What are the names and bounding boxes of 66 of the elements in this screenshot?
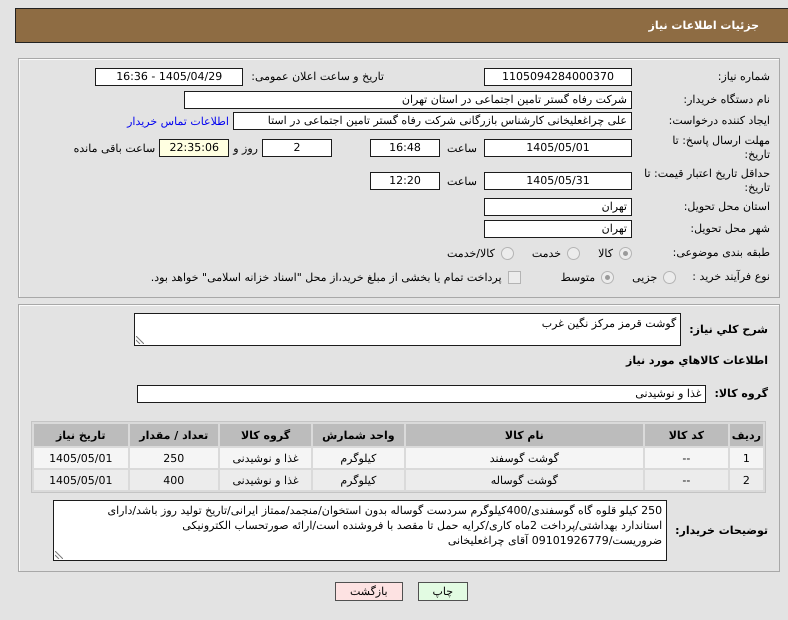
field-label: ایجاد کننده درخواست: [668, 114, 770, 128]
province-field[interactable]: تهران [484, 198, 632, 216]
requester-field[interactable]: علی چراغعلیخانی کارشناس بازرگانی شرکت رفاه گستر تامین اجتماعی در استا [233, 112, 632, 130]
table-cell: کیلوگرم [313, 448, 404, 468]
table-cell: 250 [130, 448, 218, 468]
radio-label: متوسط [560, 270, 596, 284]
need-number-field[interactable]: 1105094284000370 [484, 68, 632, 86]
contact-link[interactable]: اطلاعات تماس خریدار [127, 114, 229, 128]
field-label: توضیحات خریدار: [674, 524, 768, 538]
section-title: اطلاعات کالاهاي مورد نیاز [624, 354, 768, 368]
radio-label: کالا/خدمت [447, 246, 495, 260]
print-button[interactable]: چاپ [418, 582, 468, 601]
back-button[interactable]: بازگشت [334, 582, 403, 601]
description-field[interactable]: گوشت قرمز مرکز نگین غرب [134, 313, 682, 346]
table-cell: 400 [130, 470, 218, 490]
table-cell: 1 [730, 448, 763, 468]
radio-label: کالا [598, 246, 613, 260]
resize-grip-icon[interactable] [136, 336, 144, 344]
field-label: ساعت [446, 142, 478, 154]
field-label: ساعت [446, 174, 478, 188]
field-label: تاریخ و ساعت اعلان عمومی: [250, 70, 384, 84]
table-cell: 1405/05/01 [34, 448, 128, 468]
field-label: شرح کلي نیاز: [688, 322, 768, 336]
date-field[interactable]: 1405/05/31 [484, 172, 632, 190]
time-field[interactable]: 12:20 [370, 172, 440, 190]
city-field[interactable]: تهران [484, 220, 632, 238]
buyer-org-field[interactable]: شرکت رفاه گستر تامین اجتماعی در استان تهران [184, 91, 632, 109]
table-cell: -- [644, 470, 728, 490]
remaining-time-field[interactable]: 22:35:06 [159, 139, 230, 157]
column-header: واحد شمارش [313, 424, 404, 446]
announce-date-field[interactable]: 1405/04/29 - 16:36 [95, 68, 244, 86]
date-field[interactable]: 1405/05/01 [484, 139, 632, 157]
days-field[interactable]: 2 [262, 139, 332, 157]
table-cell: گوشت گوسفند [406, 448, 643, 468]
column-header: گروه کالا [220, 424, 312, 446]
column-header: تاریخ نیاز [34, 424, 128, 446]
table-cell: 1405/05/01 [34, 470, 128, 490]
field-label: شهر محل تحویل: [689, 222, 770, 236]
notes-field[interactable]: 250 کیلو قلوه گاه گوسفندی/400کیلوگرم سردست گوساله بدون استخوان/منجمد/ممتاز ایرانی/تاریخ تولید روز باشد/دارای استاندارد بهداشتی/پرداخت 2ماه کاری/کرایه حمل تا مقصد با فروشنده است/ارائه صورتحساب الکترونیکی ضروریست/09101926779 آقای چراغعلیخانی [53, 500, 668, 561]
table-cell: -- [644, 448, 728, 468]
table-cell: 2 [730, 470, 763, 490]
field-label: استان محل تحویل: [682, 200, 770, 214]
field-label: حداقل تاریخ اعتبار قیمت: تا تاریخ: [643, 167, 770, 195]
field-label: ساعت باقی مانده [72, 142, 156, 154]
radio-label: جزیی [632, 270, 658, 284]
table-cell: کیلوگرم [313, 470, 404, 490]
column-header: کد کالا [644, 424, 728, 446]
column-header: نام کالا [406, 424, 643, 446]
field-label: نوع فرآیند خرید : [691, 270, 770, 284]
field-label: طبقه بندی موضوعی: [672, 246, 770, 260]
table-cell: گوشت گوساله [406, 470, 643, 490]
field-label: مهلت ارسال پاسخ: تا تاریخ: [671, 134, 770, 162]
field-label: شماره نیاز: [716, 70, 770, 84]
page-title: جزئیات اطلاعات نیاز [648, 19, 759, 32]
table-cell: غذا و نوشیدنی [220, 470, 312, 490]
checkbox-label: پرداخت تمام یا بخشی از مبلغ خرید،از محل "اسناد خزانه اسلامی" خواهد بود. [150, 270, 502, 284]
field-label: گروه کالا: [713, 387, 768, 401]
time-field[interactable]: 16:48 [370, 139, 440, 157]
table-cell: غذا و نوشیدنی [220, 448, 312, 468]
field-label: روز و [232, 142, 259, 154]
resize-grip-icon[interactable] [55, 551, 63, 559]
radio-label: خدمت [532, 246, 562, 260]
field-label: نام دستگاه خریدار: [682, 93, 770, 107]
column-header: ردیف [730, 424, 763, 446]
column-header: تعداد / مقدار [130, 424, 218, 446]
goods-group-field[interactable]: غذا و نوشیدنی [137, 385, 706, 403]
